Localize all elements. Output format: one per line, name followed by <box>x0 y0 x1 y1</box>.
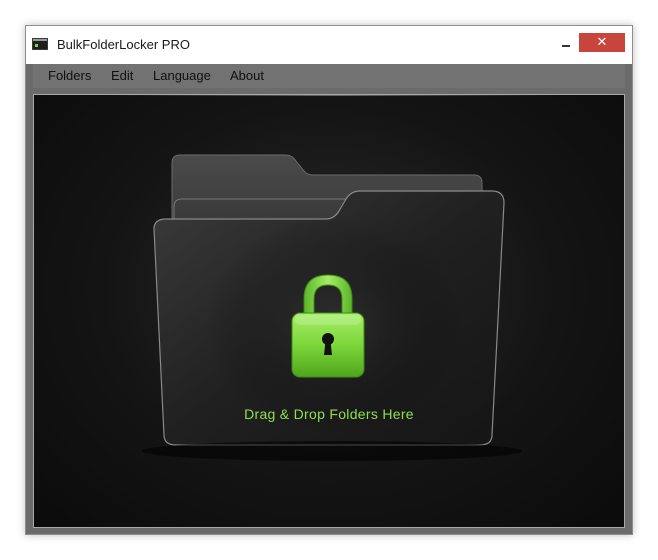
app-window: BulkFolderLocker PRO ✕ Folders Edit Lang… <box>25 25 633 535</box>
app-icon <box>32 38 48 50</box>
menu-edit[interactable]: Edit <box>111 68 133 83</box>
title-bar[interactable]: BulkFolderLocker PRO ✕ <box>26 26 632 64</box>
drop-instruction: Drag & Drop Folders Here <box>244 406 414 422</box>
minimize-button[interactable] <box>554 33 578 53</box>
close-icon: ✕ <box>596 35 608 50</box>
padlock-icon <box>291 274 365 378</box>
close-button[interactable]: ✕ <box>579 33 625 52</box>
menu-bar: Folders Edit Language About <box>33 64 625 88</box>
drop-zone[interactable]: Drag & Drop Folders Here <box>33 94 625 528</box>
menu-about[interactable]: About <box>230 68 264 83</box>
window-title: BulkFolderLocker PRO <box>57 37 190 52</box>
menu-language[interactable]: Language <box>153 68 211 83</box>
menu-folders[interactable]: Folders <box>48 68 91 83</box>
